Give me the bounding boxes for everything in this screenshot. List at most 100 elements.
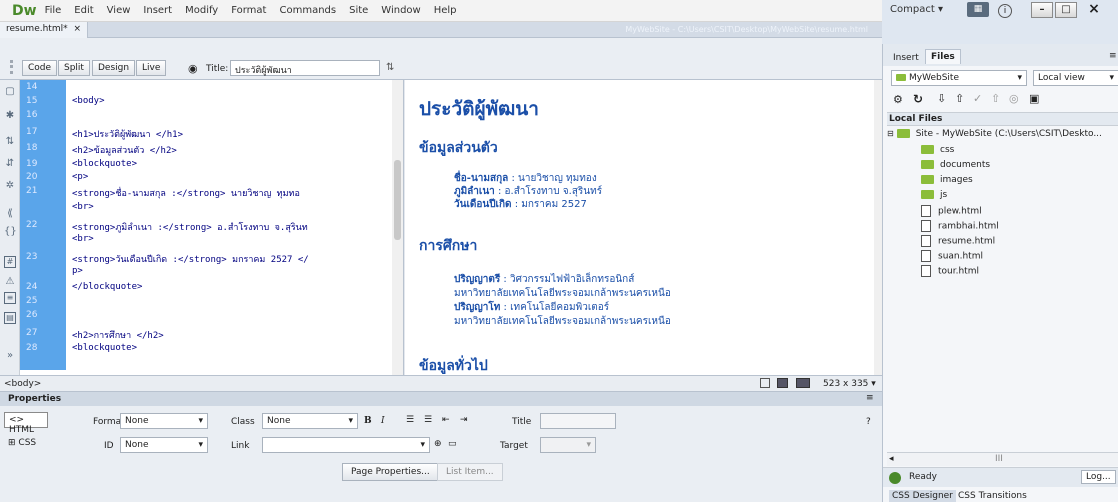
file-management-icon[interactable]: ⇅ <box>386 62 394 73</box>
title-input[interactable]: ประวัติผู้พัฒนา <box>230 60 380 76</box>
sync-icon[interactable]: ◎ <box>1009 92 1019 105</box>
collapse-selection-icon[interactable]: ⇅ <box>4 136 16 148</box>
html-file-icon <box>921 220 931 232</box>
line-number: 27 <box>26 328 38 338</box>
view-code-button[interactable]: Code <box>22 60 58 76</box>
log-button[interactable]: Log... <box>1081 470 1116 484</box>
line-numbers-icon[interactable]: {} <box>4 226 17 238</box>
files-hscroll[interactable]: ◂ III <box>887 452 1118 466</box>
file-item[interactable]: rambhai.html <box>921 220 999 232</box>
menu-commands[interactable]: Commands <box>279 5 336 16</box>
maximize-button[interactable]: □ <box>1055 2 1077 18</box>
globe-icon[interactable]: ◉ <box>188 62 198 75</box>
collapse-tag-icon[interactable]: ✱ <box>4 110 16 122</box>
ordered-list-icon[interactable]: ☰ <box>424 415 432 425</box>
edu-row: ปริญญาโท : เทคโนโลยีคอมพิวเตอร์ <box>454 302 610 313</box>
html-mode-button[interactable]: <> HTML <box>4 412 48 435</box>
indent-icon[interactable]: ⇥ <box>460 415 468 425</box>
title-attr-input[interactable] <box>540 413 616 429</box>
menu-format[interactable]: Format <box>231 5 266 16</box>
menu-file[interactable]: File <box>45 5 62 16</box>
target-select[interactable]: ▾ <box>540 437 596 453</box>
line-number: 19 <box>26 159 38 169</box>
list-item-button[interactable]: List Item... <box>437 463 503 481</box>
file-item[interactable]: resume.html <box>921 235 995 247</box>
folder-item[interactable]: js <box>921 190 947 200</box>
files-tab[interactable]: Files <box>925 49 961 64</box>
desktop-size-icon[interactable] <box>796 378 810 388</box>
panel-menu-icon[interactable]: ≡ <box>866 393 874 403</box>
mobile-size-icon[interactable] <box>760 378 770 388</box>
point-to-file-icon[interactable]: ⊕ <box>434 439 442 449</box>
menu-modify[interactable]: Modify <box>185 5 218 16</box>
menu-help[interactable]: Help <box>434 5 457 16</box>
file-item[interactable]: tour.html <box>921 265 979 277</box>
close-tab-icon[interactable]: × <box>73 24 81 34</box>
help-icon[interactable]: ? <box>866 417 871 427</box>
view-select[interactable]: Local view ▾ <box>1033 70 1118 86</box>
bold-button[interactable]: B <box>364 416 372 426</box>
window-size[interactable]: 523 x 335 ▾ <box>823 379 876 389</box>
remove-comment-icon[interactable]: ▤ <box>4 312 16 324</box>
design-view[interactable]: ประวัติผู้พัฒนา ข้อมูลส่วนตัว ชื่อ-นามสก… <box>405 80 883 375</box>
id-select[interactable]: None ▾ <box>120 437 208 453</box>
folder-item[interactable]: documents <box>921 160 990 170</box>
css-icon: ⊞ <box>8 438 16 448</box>
file-item[interactable]: plew.html <box>921 205 982 217</box>
personal-row: ภูมิลำเนา : อ.สำโรงทาบ จ.สุรินทร์ <box>454 186 603 197</box>
minimize-button[interactable]: – <box>1031 2 1053 18</box>
css-mode-button[interactable]: ⊞ CSS <box>4 436 48 452</box>
put-files-icon[interactable]: ⇧ <box>955 92 964 105</box>
line-number: 18 <box>26 143 38 153</box>
extensions-icon[interactable]: ▦ <box>967 2 989 17</box>
tag-selector-body[interactable]: <body> <box>4 379 41 389</box>
document-tab[interactable]: resume.html* × <box>0 22 89 38</box>
connect-icon[interactable]: ⚙ <box>893 93 903 106</box>
css-designer-tab[interactable]: CSS Designer <box>889 490 956 502</box>
more-tools-icon[interactable]: » <box>4 350 16 362</box>
open-documents-icon[interactable]: ▢ <box>4 86 16 98</box>
menu-view[interactable]: View <box>107 5 131 16</box>
close-button[interactable]: × <box>1083 2 1105 18</box>
menu-site[interactable]: Site <box>349 5 368 16</box>
apply-comment-icon[interactable]: ≡ <box>4 292 16 304</box>
expand-all-icon[interactable]: ⇵ <box>4 158 16 170</box>
page-properties-button[interactable]: Page Properties... <box>342 463 439 481</box>
expand-icon[interactable]: ▣ <box>1029 92 1039 105</box>
view-split-button[interactable]: Split <box>58 60 90 76</box>
format-select[interactable]: None ▾ <box>120 413 208 429</box>
folder-item[interactable]: images <box>921 175 973 185</box>
view-design-button[interactable]: Design <box>92 60 136 76</box>
code-scrollbar[interactable] <box>392 80 403 375</box>
code-view[interactable]: ▢ ✱ ⇅ ⇵ ✲ ⟪ {} # ⚠ ≡ ▤ » 14 15 16 17 18 19 20 2… <box>0 80 404 375</box>
syntax-error-icon[interactable]: ⚠ <box>4 276 16 288</box>
site-select[interactable]: MyWebSite ▾ <box>891 70 1027 86</box>
highlight-invalid-icon[interactable]: # <box>4 256 16 268</box>
check-in-icon[interactable]: ⇧ <box>991 92 1000 105</box>
balance-braces-icon[interactable]: ⟪ <box>4 208 16 220</box>
select-parent-tag-icon[interactable]: ✲ <box>4 180 16 192</box>
link-input[interactable]: ▾ <box>262 437 430 453</box>
menu-insert[interactable]: Insert <box>143 5 172 16</box>
insert-tab[interactable]: Insert <box>891 52 921 64</box>
class-select[interactable]: None ▾ <box>262 413 358 429</box>
file-item[interactable]: suan.html <box>921 250 983 262</box>
menu-window[interactable]: Window <box>381 5 420 16</box>
check-out-icon[interactable]: ✓ <box>973 92 982 105</box>
italic-button[interactable]: I <box>381 416 385 426</box>
tablet-size-icon[interactable] <box>777 378 788 388</box>
view-live-button[interactable]: Live <box>136 60 167 76</box>
site-root[interactable]: ⊟ Site - MyWebSite (C:\Users\CSIT\Deskto.… <box>887 129 1102 139</box>
folder-item[interactable]: css <box>921 145 954 155</box>
unordered-list-icon[interactable]: ☰ <box>406 415 414 425</box>
get-files-icon[interactable]: ⇩ <box>937 92 946 105</box>
info-icon[interactable]: i <box>998 4 1012 18</box>
workspace-switcher[interactable]: Compact ▾ <box>890 4 943 15</box>
panel-options-icon[interactable]: ≡ <box>1109 51 1117 61</box>
refresh-icon[interactable]: ↻ <box>913 92 923 106</box>
outdent-icon[interactable]: ⇤ <box>442 415 450 425</box>
edu-row: มหาวิทยาลัยเทคโนโลยีพระจอมเกล้าพระนครเหน… <box>454 288 671 299</box>
menu-edit[interactable]: Edit <box>74 5 93 16</box>
css-transitions-tab[interactable]: CSS Transitions <box>955 490 1030 502</box>
browse-folder-icon[interactable]: ▭ <box>448 439 457 449</box>
